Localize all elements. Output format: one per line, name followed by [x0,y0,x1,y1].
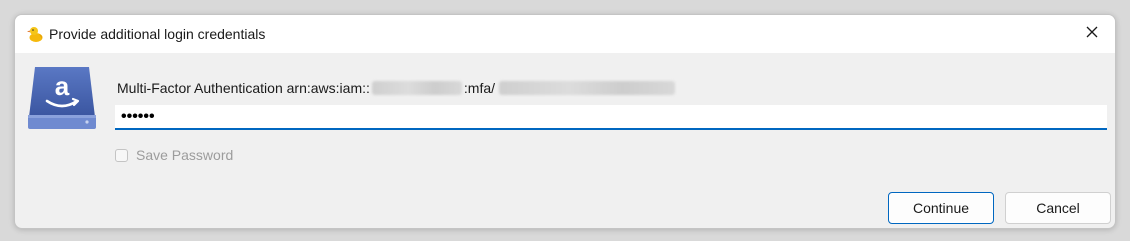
mfa-code-input[interactable]: •••••• [115,105,1107,130]
close-button[interactable] [1069,15,1115,53]
duck-icon [26,25,44,43]
mfa-prompt-prefix: Multi-Factor Authentication arn:aws:iam:… [117,80,370,96]
close-icon [1086,25,1098,43]
redacted-device-name [499,81,676,95]
masked-password: •••••• [121,107,155,125]
continue-button[interactable]: Continue [888,192,994,224]
mfa-prompt: Multi-Factor Authentication arn:aws:iam:… [117,80,676,96]
redacted-account-id [371,81,462,95]
svg-text:a: a [55,71,70,101]
amazon-drive-icon: a [27,65,97,131]
cancel-button[interactable]: Cancel [1005,192,1111,224]
mfa-prompt-middle: :mfa/ [463,80,496,96]
save-password-label: Save Password [136,147,234,163]
login-credentials-dialog: Provide additional login credentials a M… [14,14,1116,229]
save-password-checkbox[interactable] [115,148,128,162]
save-password-row: Save Password [115,147,233,163]
title-bar: Provide additional login credentials [15,15,1115,53]
window-title: Provide additional login credentials [49,26,266,42]
